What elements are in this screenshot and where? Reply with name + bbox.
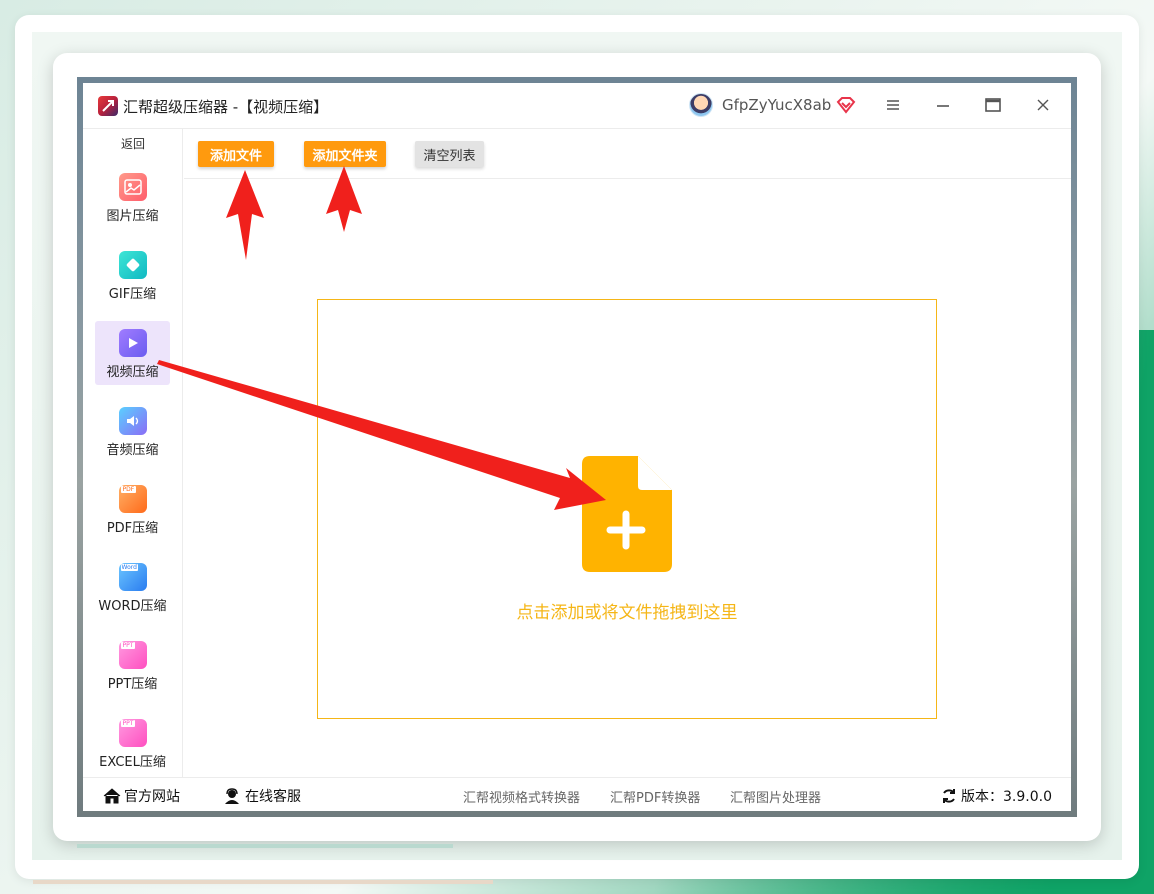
ppt-icon: PPT [118,641,147,669]
app-window: 汇帮超级压缩器 -【视频压缩】 GfpZyYucX8ab 返回 图片压缩 GIF… [83,83,1071,811]
image-icon [118,173,147,201]
sidebar-item-video[interactable]: 视频压缩 [95,321,170,385]
sidebar-item-label: PDF压缩 [106,521,159,536]
footer-link-pdf-converter[interactable]: 汇帮PDF转换器 [610,787,700,806]
decorative-line [77,844,453,848]
menu-icon[interactable] [883,95,903,115]
sidebar-item-pdf[interactable]: PDF PDF压缩 [95,477,170,541]
sidebar-item-audio[interactable]: 音频压缩 [95,399,170,463]
dropzone-hint: 点击添加或将文件拖拽到这里 [516,603,738,623]
sidebar-item-label: PPT压缩 [107,677,158,692]
sidebar-item-label: 视频压缩 [106,365,159,380]
gif-icon [118,251,147,279]
official-site-label: 官方网站 [124,789,180,805]
home-icon [103,788,121,804]
sidebar-item-image[interactable]: 图片压缩 [95,165,170,229]
add-file-icon [582,456,672,572]
footer-link-video-converter[interactable]: 汇帮视频格式转换器 [463,787,580,806]
minimize-icon[interactable] [933,95,953,115]
sidebar-item-label: WORD压缩 [98,599,167,614]
customer-service-icon [225,788,239,804]
add-file-button[interactable]: 添加文件 [198,141,274,167]
version-info: 版本：3.9.0.0 [941,786,1052,806]
online-service-link[interactable]: 在线客服 [223,786,301,806]
window-title: 汇帮超级压缩器 -【视频压缩】 [123,98,329,116]
file-dropzone[interactable]: 点击添加或将文件拖拽到这里 [317,299,937,719]
sidebar-item-label: 音频压缩 [106,443,159,458]
vip-icon[interactable] [836,95,856,115]
sidebar-item-label: 图片压缩 [106,209,159,224]
footer-link-image-processor[interactable]: 汇帮图片处理器 [730,787,821,806]
sidebar-item-ppt[interactable]: PPT PPT压缩 [95,633,170,697]
back-link[interactable]: 返回 [83,135,183,152]
refresh-icon[interactable] [941,788,957,804]
sidebar-item-word[interactable]: Word WORD压缩 [95,555,170,619]
audio-icon [118,407,147,435]
clear-list-button[interactable]: 清空列表 [415,141,484,167]
online-service-label: 在线客服 [245,789,301,805]
excel-icon: PPT [118,719,147,747]
close-icon[interactable] [1033,95,1053,115]
word-icon: Word [118,563,147,591]
sidebar-item-gif[interactable]: GIF压缩 [95,243,170,307]
maximize-icon[interactable] [983,95,1003,115]
add-folder-button[interactable]: 添加文件夹 [304,141,386,167]
user-avatar[interactable] [689,93,713,117]
sidebar-item-excel[interactable]: PPT EXCEL压缩 [95,711,170,775]
app-logo-icon [98,96,118,116]
sidebar: 返回 图片压缩 GIF压缩 视频压缩 音频压缩 PDF PDF压缩 Word W… [83,129,183,777]
sidebar-item-label: GIF压缩 [108,287,157,302]
title-bar: 汇帮超级压缩器 -【视频压缩】 GfpZyYucX8ab [83,83,1071,129]
footer: 官方网站 在线客服 汇帮视频格式转换器 汇帮PDF转换器 汇帮图片处理器 版本：… [83,777,1071,811]
video-play-icon [118,329,147,357]
pdf-icon: PDF [118,485,147,513]
decorative-line [33,880,493,884]
sidebar-item-label: EXCEL压缩 [99,755,166,770]
user-name[interactable]: GfpZyYucX8ab [722,96,831,114]
version-label: 版本：3.9.0.0 [961,789,1052,805]
toolbar: 添加文件 添加文件夹 清空列表 [184,129,1071,179]
official-site-link[interactable]: 官方网站 [103,786,180,806]
